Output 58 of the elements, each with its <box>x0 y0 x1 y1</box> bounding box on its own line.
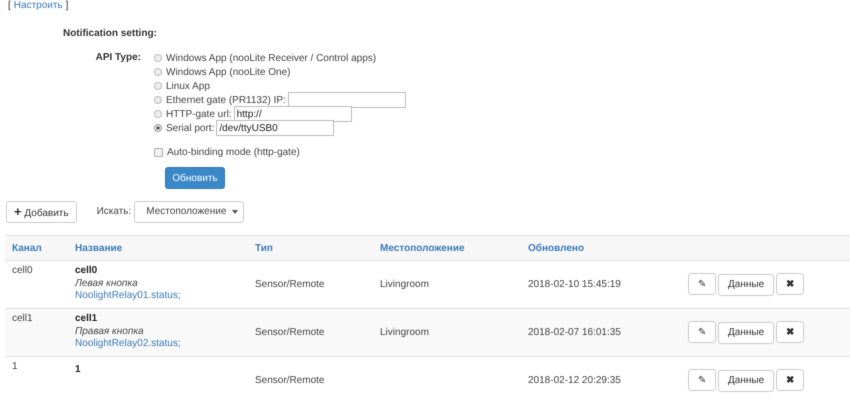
search-label: Искать: <box>96 206 132 217</box>
option-label: Linux App <box>166 80 210 92</box>
table-cell: Livingroom <box>380 327 429 338</box>
delete-button[interactable]: ✖ <box>776 369 804 392</box>
script-link[interactable]: NoolightRelay02.status; <box>75 338 241 349</box>
bracket-text: ] <box>66 0 68 12</box>
table-cell: cell1 <box>12 313 33 324</box>
radio-button[interactable] <box>154 110 162 118</box>
delete-button[interactable]: ✖ <box>776 321 804 344</box>
data-button[interactable]: Данные <box>718 322 774 344</box>
option-label: Ethernet gate (PR1132) IP: <box>166 94 286 106</box>
script-link[interactable]: NoolightRelay01.status; <box>75 290 241 301</box>
data-button[interactable]: Данные <box>718 370 774 392</box>
table-cell: Sensor/Remote <box>255 375 324 386</box>
device-name: cell0 <box>75 265 98 277</box>
section-title: Notification setting: <box>63 28 158 40</box>
table-cell: Sensor/Remote <box>255 327 324 338</box>
column-header[interactable]: Обновлено <box>528 242 584 254</box>
caret-icon <box>232 210 238 214</box>
table-cell: 2018-02-12 20:29:35 <box>528 375 621 386</box>
radio-button[interactable] <box>154 68 162 76</box>
column-header[interactable]: Местоположение <box>380 242 465 254</box>
edit-button[interactable]: ✎ <box>688 273 716 296</box>
table-cell: 2018-02-07 16:01:35 <box>528 327 621 338</box>
radio-button[interactable] <box>154 82 162 90</box>
input-field[interactable] <box>288 92 406 108</box>
table-cell: Sensor/Remote <box>255 279 324 290</box>
device-name: cell1 <box>75 313 98 325</box>
option-label: Windows App (nooLite Receiver / Control apps) <box>166 52 376 64</box>
delete-button[interactable]: ✖ <box>776 273 804 296</box>
radio-button[interactable] <box>154 96 162 104</box>
column-header[interactable]: Название <box>75 242 122 254</box>
table-cell: cell0 <box>12 265 33 276</box>
update-button[interactable]: Обновить <box>165 167 225 189</box>
radio-button[interactable] <box>154 124 162 132</box>
option-label: HTTP-gate url: <box>166 108 232 120</box>
data-button[interactable]: Данные <box>718 274 774 296</box>
input-field[interactable]: /dev/ttyUSB0 <box>216 120 334 136</box>
option-label: Windows App (nooLite One) <box>166 66 291 78</box>
edit-button[interactable]: ✎ <box>688 321 716 344</box>
table-cell: 1 <box>12 361 18 372</box>
device-description: Левая кнопка <box>75 277 139 290</box>
bracket-text: [ <box>8 0 11 12</box>
configure-link[interactable]: Настроить <box>14 0 63 12</box>
column-header[interactable]: Канал <box>12 242 42 254</box>
device-name: 1 <box>75 364 82 376</box>
radio-button[interactable] <box>154 54 162 62</box>
edit-button[interactable]: ✎ <box>688 369 716 392</box>
table-cell: 2018-02-10 15:45:19 <box>528 279 621 290</box>
field-label: API Type: <box>94 51 142 65</box>
add-button[interactable]: + Добавить <box>6 200 77 222</box>
option-label: Serial port: <box>166 122 214 134</box>
checkbox-label: Auto-binding mode (http-gate) <box>167 146 300 158</box>
checkbox[interactable] <box>154 148 163 156</box>
column-header[interactable]: Тип <box>255 242 273 254</box>
table-cell: Livingroom <box>380 279 429 290</box>
search-select[interactable]: Местоположение <box>134 200 244 222</box>
device-description: Правая кнопка <box>75 325 145 338</box>
